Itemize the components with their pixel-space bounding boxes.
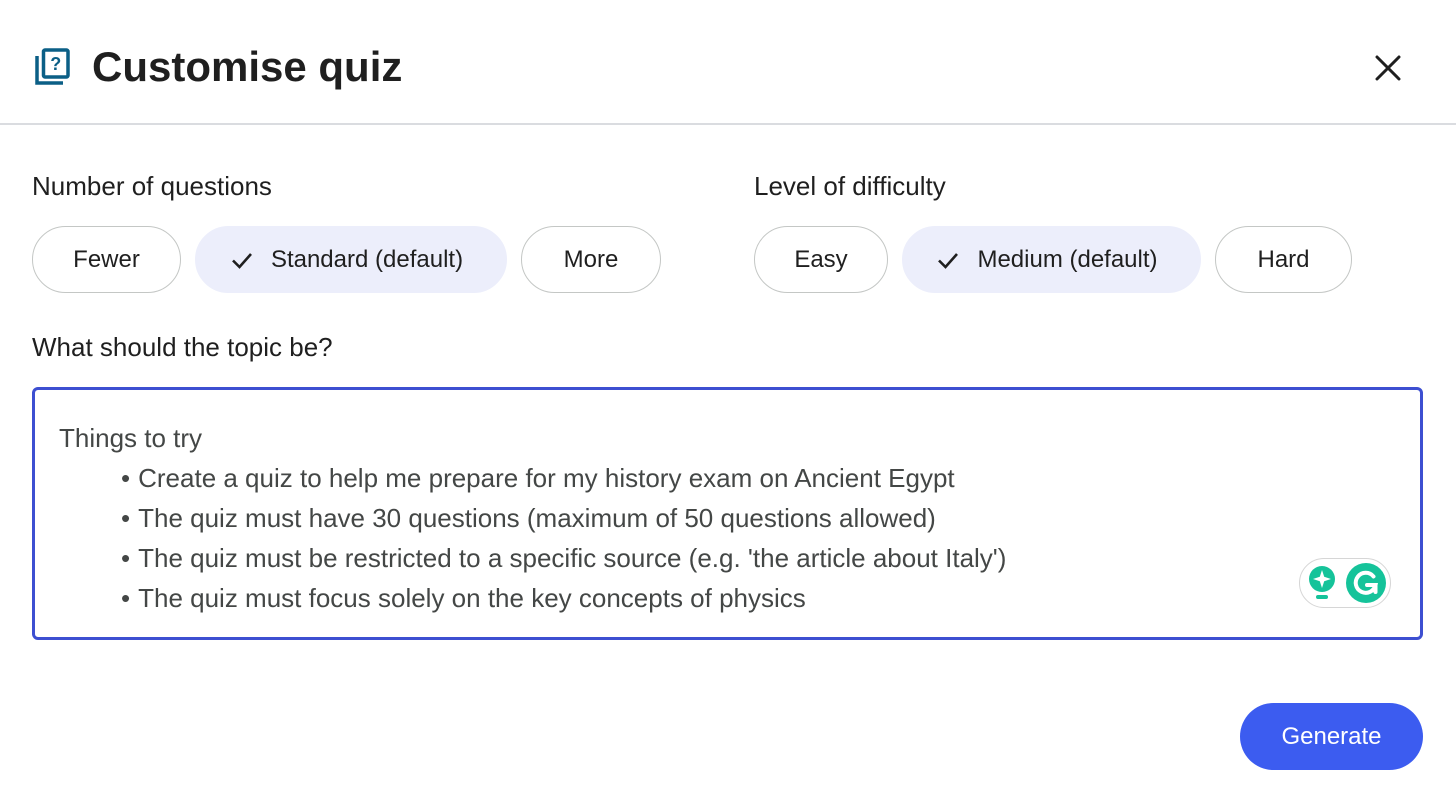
chip-label: Medium (default) — [977, 245, 1158, 273]
lightbulb-assist-icon[interactable] — [1304, 563, 1340, 603]
generate-button[interactable]: Generate — [1240, 703, 1423, 770]
svg-text:?: ? — [50, 54, 61, 74]
suggestion-list: Create a quiz to help me prepare for my … — [59, 458, 1006, 618]
chip-label: Fewer — [73, 245, 140, 273]
chip-hard[interactable]: Hard — [1215, 226, 1352, 293]
chip-easy[interactable]: Easy — [754, 226, 888, 293]
chip-label: More — [563, 245, 619, 273]
chip-standard[interactable]: Standard (default) — [195, 226, 507, 293]
dialog-title: Customise quiz — [92, 43, 403, 90]
chip-label: Hard — [1257, 245, 1310, 273]
chip-label: Easy — [794, 245, 848, 273]
topic-input[interactable]: Things to try Create a quiz to help me p… — [32, 387, 1423, 640]
suggestion-item: The quiz must have 30 questions (maximum… — [121, 498, 1006, 538]
chip-fewer[interactable]: Fewer — [32, 226, 181, 293]
grammarly-widget[interactable] — [1299, 558, 1391, 608]
chip-medium[interactable]: Medium (default) — [902, 226, 1201, 293]
customise-quiz-dialog: ? Customise quiz Number of questions Few… — [0, 0, 1456, 812]
check-icon — [232, 252, 252, 269]
close-button[interactable] — [1364, 44, 1412, 92]
difficulty-chip-group: Easy Medium (default) Hard — [754, 226, 1352, 293]
suggestion-item: The quiz must focus solely on the key co… — [121, 578, 1006, 618]
chip-more[interactable]: More — [521, 226, 661, 293]
difficulty-label: Level of difficulty — [754, 171, 946, 201]
questions-label: Number of questions — [32, 171, 272, 201]
placeholder-heading: Things to try — [59, 423, 203, 453]
close-icon — [1375, 55, 1401, 81]
questions-chip-group: Fewer Standard (default) More — [32, 226, 661, 293]
suggestion-item: The quiz must be restricted to a specifi… — [121, 538, 1006, 578]
topic-label: What should the topic be? — [32, 332, 333, 362]
chip-label: Standard (default) — [270, 245, 464, 273]
suggestion-item: Create a quiz to help me prepare for my … — [121, 458, 1006, 498]
topic-placeholder: Things to try Create a quiz to help me p… — [59, 418, 1006, 618]
check-icon — [938, 252, 959, 269]
quiz-icon: ? — [34, 48, 70, 86]
dialog-header: ? Customise quiz — [0, 0, 1456, 125]
grammarly-logo-icon[interactable] — [1346, 563, 1386, 603]
